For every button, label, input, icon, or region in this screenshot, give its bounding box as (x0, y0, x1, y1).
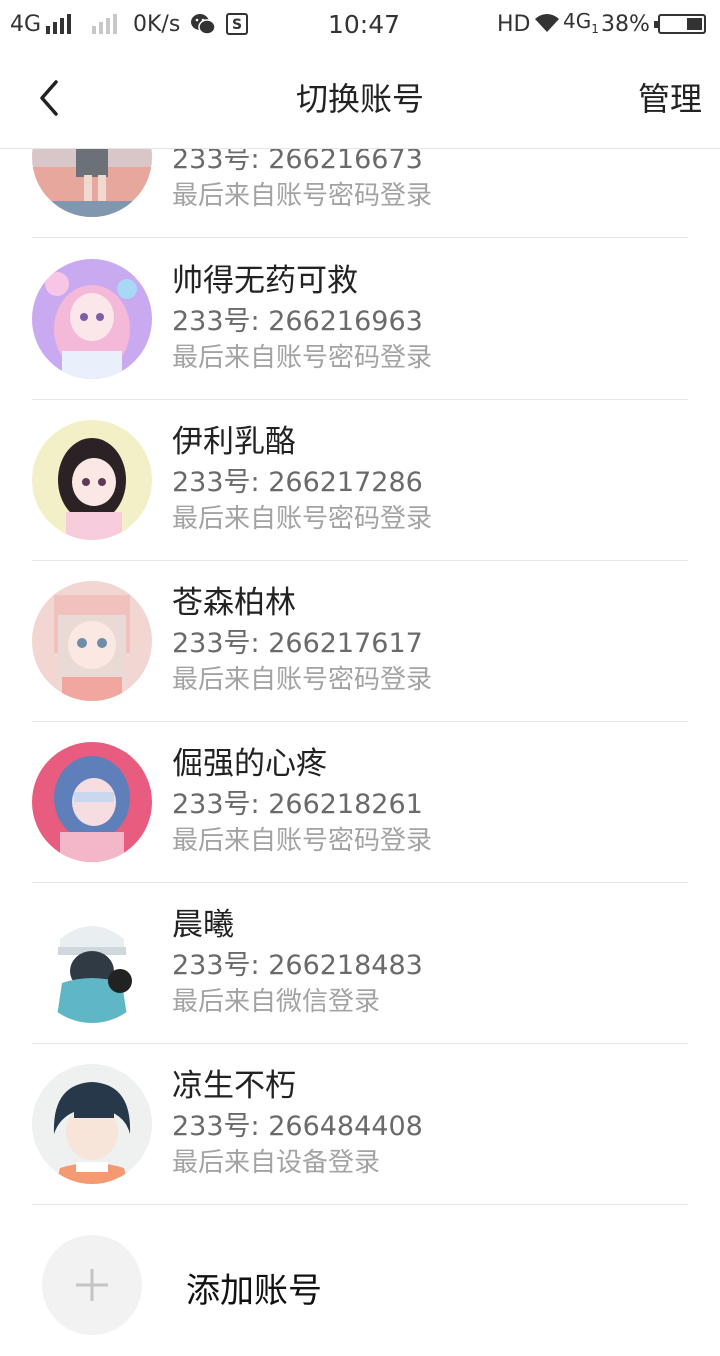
account-name: 帅得无药可救 (172, 263, 358, 299)
account-item[interactable]: 帅得无药可救 233号: 266216963 最后来自账号密码登录 (0, 239, 720, 400)
signal-empty-icon (92, 14, 117, 34)
avatar (32, 149, 152, 217)
login-method: 最后来自账号密码登录 (172, 343, 433, 373)
account-id: 233号: 266484408 (172, 1111, 423, 1142)
login-method: 最后来自微信登录 (172, 987, 381, 1017)
page-title: 切换账号 (295, 80, 424, 118)
login-method: 最后来自账号密码登录 (172, 504, 433, 534)
avatar (32, 903, 152, 1023)
avatar (32, 1064, 152, 1184)
add-account-row[interactable]: 添加账号 (0, 1225, 720, 1356)
login-method: 最后来自设备登录 (172, 1148, 381, 1178)
account-id: 233号: 266216963 (172, 306, 423, 337)
status-bar: 4G 0K/s S 10:47 HD 4G1 38% (0, 0, 720, 50)
account-id: 233号: 266217286 (172, 467, 423, 498)
account-name: 伊利乳酪 (172, 424, 296, 460)
status-time: 10:47 (328, 10, 401, 39)
notification-s-icon: S (226, 13, 248, 42)
account-name: 晨曦 (172, 907, 234, 943)
account-name: 苍森柏林 (172, 585, 296, 621)
avatar (32, 259, 152, 379)
network-speed: 0K/s (133, 12, 181, 37)
account-list[interactable]: 233号: 266216673 最后来自账号密码登录 帅得无药可救 233号: … (0, 149, 720, 1356)
signal-icon (46, 14, 71, 34)
account-id: 233号: 266217617 (172, 628, 423, 659)
account-item[interactable]: 233号: 266216673 最后来自账号密码登录 (0, 149, 720, 238)
network-type-2: 4G1 (563, 9, 599, 36)
hd-label: HD (497, 12, 531, 37)
avatar (32, 742, 152, 862)
account-item[interactable]: 苍森柏林 233号: 266217617 最后来自账号密码登录 (0, 561, 720, 722)
account-item[interactable]: 晨曦 233号: 266218483 最后来自微信登录 (0, 883, 720, 1044)
account-item[interactable]: 伊利乳酪 233号: 266217286 最后来自账号密码登录 (0, 400, 720, 561)
wechat-icon (190, 12, 216, 43)
row-divider (32, 1204, 688, 1205)
account-item[interactable]: 凉生不朽 233号: 266484408 最后来自设备登录 (0, 1044, 720, 1205)
avatar (32, 581, 152, 701)
plus-icon (76, 1269, 108, 1301)
login-method: 最后来自账号密码登录 (172, 181, 433, 211)
battery-icon (654, 14, 706, 34)
add-account-button[interactable] (42, 1235, 142, 1335)
manage-button[interactable]: 管理 (638, 78, 702, 120)
add-account-label[interactable]: 添加账号 (186, 1269, 322, 1313)
login-method: 最后来自账号密码登录 (172, 826, 433, 856)
svg-text:S: S (232, 17, 242, 33)
row-divider (32, 237, 688, 238)
account-id: 233号: 266216673 (172, 149, 423, 175)
account-id: 233号: 266218483 (172, 950, 423, 981)
avatar (32, 420, 152, 540)
account-id: 233号: 266218261 (172, 789, 423, 820)
account-item[interactable]: 倔强的心疼 233号: 266218261 最后来自账号密码登录 (0, 722, 720, 883)
login-method: 最后来自账号密码登录 (172, 665, 433, 695)
top-nav-bar: 切换账号 管理 (0, 50, 720, 148)
wifi-icon (533, 12, 561, 41)
battery-percent: 38% (601, 12, 650, 37)
account-name: 倔强的心疼 (172, 746, 327, 782)
network-type-label: 4G (10, 12, 42, 37)
account-name: 凉生不朽 (172, 1068, 296, 1104)
